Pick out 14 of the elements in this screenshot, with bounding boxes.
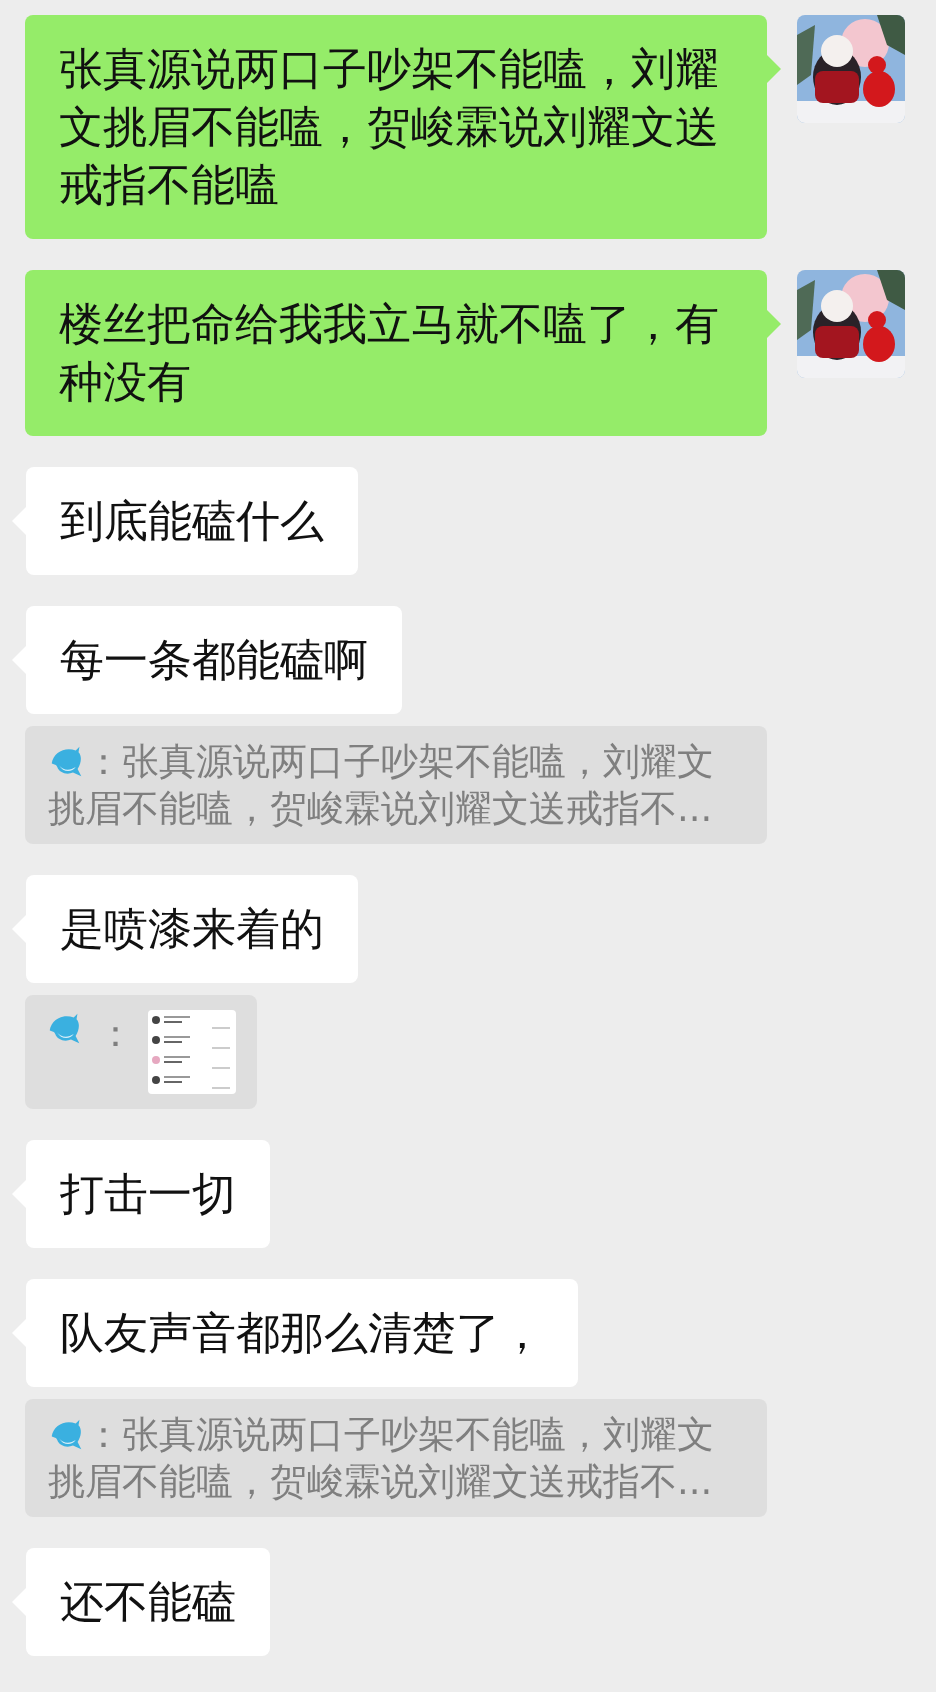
bubble-tail (767, 55, 781, 83)
quoted-image[interactable]: ： (25, 995, 257, 1109)
received-message-bubble: 还不能磕 (26, 1548, 270, 1656)
quoted-message[interactable]: ：张真源说两口子吵架不能嗑，刘耀文挑眉不能嗑，贺峻霖说刘耀文送戒指不... (25, 1399, 767, 1517)
received-message-bubble: 到底能磕什么 (26, 467, 358, 575)
received-message-bubble: 每一条都能磕啊 (26, 606, 402, 714)
sent-message-bubble: 张真源说两口子吵架不能嗑，刘耀文挑眉不能嗑，贺峻霖说刘耀文送戒指不能嗑 (25, 15, 767, 239)
received-message-bubble: 打击一切 (26, 1140, 270, 1248)
sent-message-bubble: 楼丝把命给我我立马就不嗑了，有种没有 (25, 270, 767, 436)
quote-separator: ： (97, 1011, 134, 1057)
received-message-bubble: 队友声音都那么清楚了， (26, 1279, 578, 1387)
quoted-message[interactable]: ：张真源说两口子吵架不能嗑，刘耀文挑眉不能嗑，贺峻霖说刘耀文送戒指不... (25, 726, 767, 844)
received-message-bubble: 是喷漆来着的 (26, 875, 358, 983)
bubble-tail (767, 310, 781, 338)
